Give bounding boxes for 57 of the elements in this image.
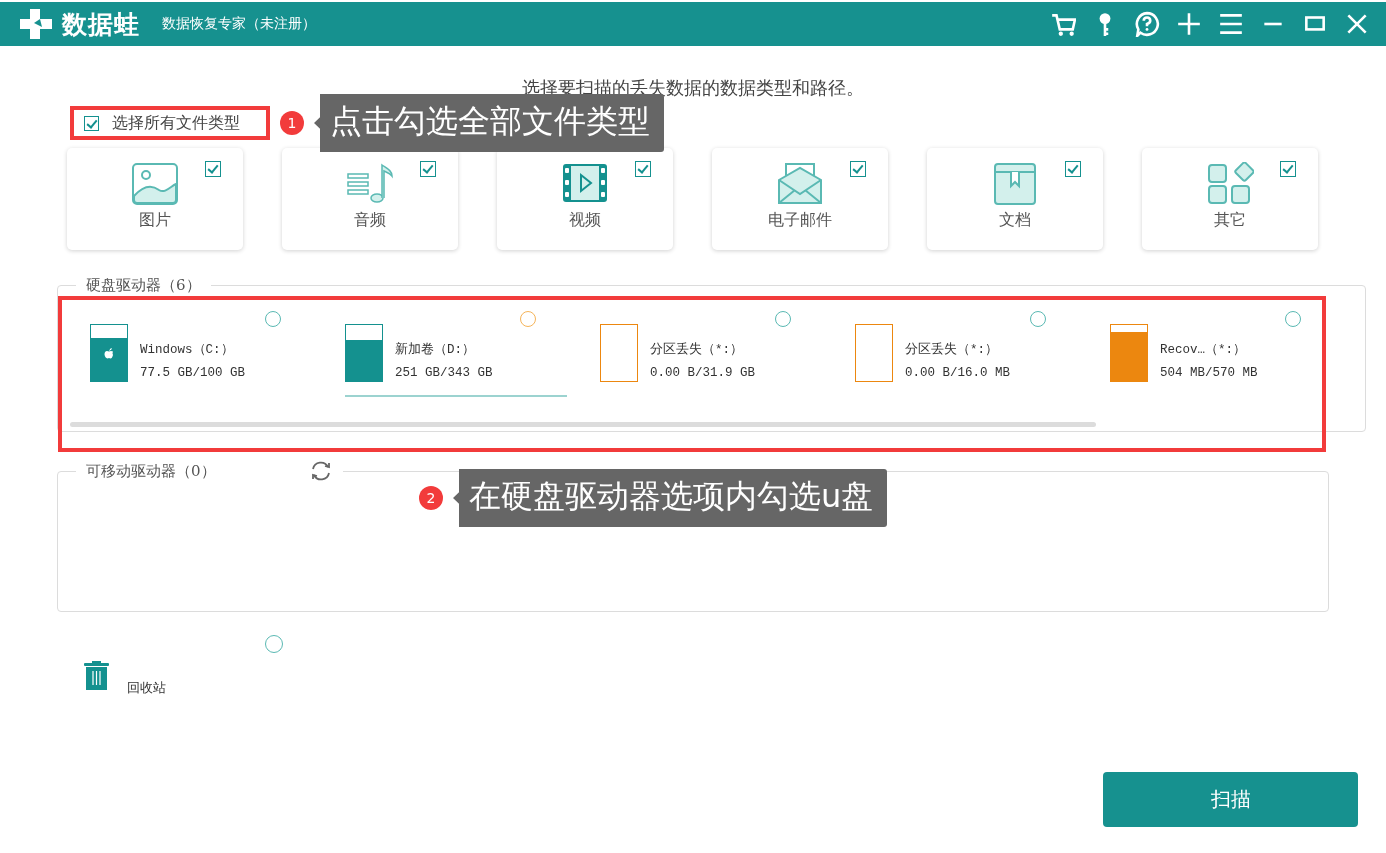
file-type-label: 其它: [1214, 210, 1246, 231]
envelope-icon: [776, 162, 824, 206]
drive-item[interactable]: Windows（C:） 77.5 GB/100 GB: [90, 311, 312, 397]
checkbox[interactable]: [635, 161, 651, 177]
panel-title: 硬盘驱动器（6）: [85, 276, 202, 295]
file-type-card[interactable]: 其它: [1142, 148, 1318, 250]
drive-size: 251 GB/343 GB: [395, 366, 493, 380]
logo-text: 数据蛙: [62, 8, 140, 41]
checkbox[interactable]: [1280, 161, 1296, 177]
shapes-icon: [1206, 162, 1254, 206]
scrollbar[interactable]: [70, 422, 1096, 427]
picture-icon: [131, 162, 179, 206]
file-type-card[interactable]: 音频: [282, 148, 458, 250]
file-type-label: 视频: [569, 210, 601, 231]
drive-size: 0.00 B/16.0 MB: [905, 366, 1011, 380]
drive-size: 77.5 GB/100 GB: [140, 366, 246, 380]
select-all-label[interactable]: 选择所有文件类型: [112, 112, 240, 134]
plus-icon[interactable]: [1176, 11, 1202, 37]
drive-size: 0.00 B/31.9 GB: [650, 366, 756, 380]
drive-item[interactable]: 分区丢失（*:） 0.00 B/31.9 GB: [600, 311, 822, 397]
cart-icon[interactable]: [1050, 11, 1076, 37]
file-type-card[interactable]: 图片: [67, 148, 243, 250]
callout: 点击勾选全部文件类型: [314, 94, 664, 152]
checkbox[interactable]: [1065, 161, 1081, 177]
drive-name: 新加卷（D:）: [395, 341, 476, 358]
callout: 在硬盘驱动器选项内勾选u盘: [453, 469, 888, 527]
checkbox[interactable]: [420, 161, 436, 177]
drive-name: Windows（C:）: [140, 342, 235, 358]
drive-size: 504 MB/570 MB: [1160, 366, 1258, 380]
step-badge: 2: [419, 486, 443, 510]
drive-item[interactable]: Recov…（*:） 504 MB/570 MB: [1110, 311, 1332, 397]
file-type-label: 图片: [139, 210, 171, 231]
drive-item[interactable]: 分区丢失（*:） 0.00 B/16.0 MB: [855, 311, 1077, 397]
music-note-icon: [346, 162, 394, 206]
checkbox[interactable]: [205, 161, 221, 177]
drive-item[interactable]: 新加卷（D:） 251 GB/343 GB: [345, 311, 567, 397]
file-type-card[interactable]: 视频: [497, 148, 673, 250]
checkbox[interactable]: [850, 161, 866, 177]
menu-icon[interactable]: [1218, 11, 1244, 37]
document-icon: [991, 162, 1039, 206]
file-type-card[interactable]: 电子邮件: [712, 148, 888, 250]
file-type-label: 文档: [999, 210, 1031, 231]
drive-name: 分区丢失（*:）: [905, 341, 999, 358]
recycle-bin-label: 回收站: [127, 679, 166, 697]
checkbox[interactable]: [84, 115, 99, 131]
file-type-card[interactable]: 文档: [927, 148, 1103, 250]
os-logo-icon: [104, 347, 114, 359]
window-title: 数据恢复专家（未注册）: [162, 15, 316, 33]
trash-icon: [84, 661, 109, 690]
panel-title: 可移动驱动器（0）: [86, 461, 216, 481]
file-type-label: 电子邮件: [768, 210, 832, 231]
drive-name: 分区丢失（*:）: [650, 341, 744, 358]
help-icon[interactable]: [1134, 11, 1160, 37]
step-badge: 1: [280, 111, 304, 135]
scan-button[interactable]: 扫描: [1103, 772, 1358, 827]
file-type-label: 音频: [354, 210, 386, 231]
drive-name: Recov…（*:）: [1160, 342, 1247, 358]
